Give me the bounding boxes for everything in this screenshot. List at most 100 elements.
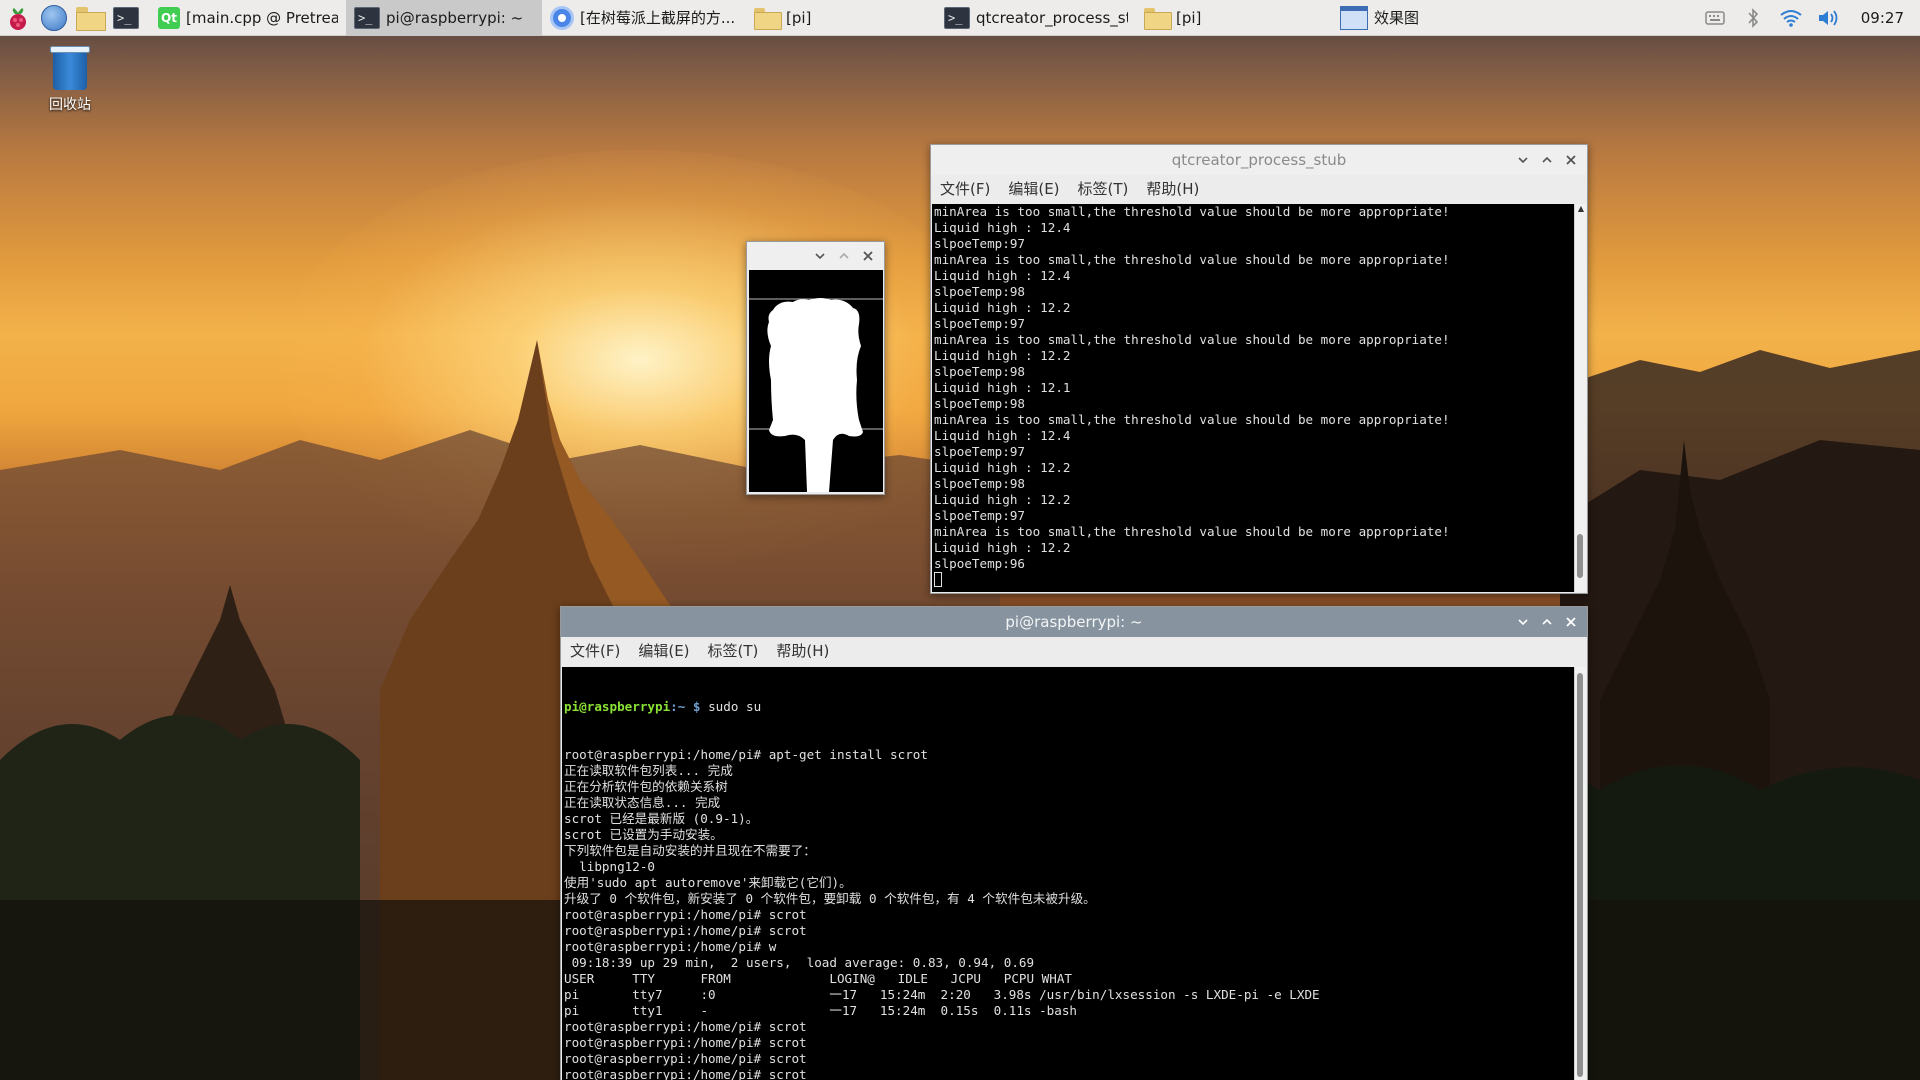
task-label: [pi] <box>786 8 812 27</box>
terminal-line: scrot 已经是最新版 (0.9-1)。 <box>564 811 759 826</box>
minimize-button[interactable] <box>810 246 830 266</box>
close-button[interactable] <box>1561 150 1581 170</box>
chromium-icon <box>550 5 574 30</box>
clock[interactable]: 09:27 <box>1861 9 1904 27</box>
window-titlebar[interactable]: pi@raspberrypi: ~ <box>561 607 1587 637</box>
pi-terminal-window: pi@raspberrypi: ~ 文件(F) 编辑(E) 标签(T) 帮助(H… <box>560 606 1588 1080</box>
menu-tabs[interactable]: 标签(T) <box>707 640 768 661</box>
chevron-up-icon <box>1542 618 1552 625</box>
window-title: pi@raspberrypi: ~ <box>1005 613 1143 631</box>
task-image-window[interactable]: 效果图 <box>1332 0 1528 36</box>
terminal-line: Liquid high : 12.2 <box>934 492 1071 507</box>
scrollbar[interactable]: ▲ <box>1574 204 1586 592</box>
terminal-line: slpoeTemp:97 <box>934 444 1025 459</box>
bluetooth-icon[interactable] <box>1741 6 1765 30</box>
terminal-line <box>934 572 1574 588</box>
menu-tabs[interactable]: 标签(T) <box>1077 178 1138 199</box>
chevron-up-icon <box>839 252 849 259</box>
image-window <box>746 241 885 495</box>
scroll-up-arrow-icon[interactable]: ▲ <box>1575 204 1587 214</box>
folder-icon <box>754 7 782 30</box>
chevron-down-icon <box>815 253 825 260</box>
menu-edit[interactable]: 编辑(E) <box>1007 178 1068 199</box>
terminal-icon: >_ <box>113 6 139 29</box>
terminal-output[interactable]: minArea is too small,the threshold value… <box>932 204 1574 592</box>
terminal-line: libpng12-0 <box>564 859 655 874</box>
terminal-line: root@raspberrypi:/home/pi# w <box>564 939 777 954</box>
task-chromium[interactable]: [在树莓派上截屏的方... <box>542 0 746 36</box>
menu-file[interactable]: 文件(F) <box>939 178 999 199</box>
chevron-down-icon <box>1518 619 1528 626</box>
minimize-button[interactable] <box>1513 150 1533 170</box>
folder-icon <box>76 6 106 31</box>
task-label: 效果图 <box>1374 9 1420 27</box>
terminal-line: root@raspberrypi:/home/pi# scrot <box>564 907 807 922</box>
file-manager-launcher[interactable] <box>72 0 108 36</box>
keyboard-icon[interactable] <box>1703 6 1727 30</box>
task-folder-pi[interactable]: [pi] <box>746 0 936 36</box>
terminal-line: slpoeTemp:98 <box>934 396 1025 411</box>
terminal-line: Liquid high : 12.1 <box>934 380 1071 395</box>
terminal-line: root@raspberrypi:/home/pi# scrot <box>564 1067 807 1080</box>
maximize-button[interactable] <box>834 246 854 266</box>
trash-icon <box>50 44 90 90</box>
qt-creator-icon: Qt <box>158 6 180 29</box>
terminal-line: root@raspberrypi:/home/pi# scrot <box>564 1019 807 1034</box>
trash-label: 回收站 <box>49 97 91 113</box>
volume-icon[interactable] <box>1817 6 1841 30</box>
scrollbar[interactable] <box>1574 667 1586 1080</box>
terminal-line: 正在读取状态信息... 完成 <box>564 795 721 810</box>
terminal-output[interactable]: pi@raspberrypi:~ $ sudo su root@raspberr… <box>562 667 1574 1080</box>
task-folder-pi-2[interactable]: [pi] <box>1136 0 1332 36</box>
menu-edit[interactable]: 编辑(E) <box>637 640 698 661</box>
task-label: [pi] <box>1176 8 1202 27</box>
scrollbar-thumb[interactable] <box>1577 673 1583 1077</box>
close-button[interactable] <box>858 246 878 266</box>
task-qt-creator[interactable]: Qt [main.cpp @ Pretreat... <box>150 0 346 36</box>
terminal-line: Liquid high : 12.2 <box>934 300 1071 315</box>
close-icon <box>863 251 873 261</box>
terminal-icon: >_ <box>944 6 970 29</box>
menu-file[interactable]: 文件(F) <box>569 640 629 661</box>
terminal-line: slpoeTemp:96 <box>934 556 1025 571</box>
menu-help[interactable]: 帮助(H) <box>775 640 838 661</box>
taskbar: >_ Qt [main.cpp @ Pretreat... >_ pi@rasp… <box>0 0 1920 36</box>
trash-desktop-icon[interactable]: 回收站 <box>40 44 100 114</box>
terminal-line: scrot 已设置为手动安装。 <box>564 827 723 842</box>
maximize-button[interactable] <box>1537 150 1557 170</box>
terminal-line: 使用'sudo apt autoremove'来卸载它(它们)。 <box>564 875 852 890</box>
window-titlebar[interactable] <box>747 242 884 270</box>
terminal-launcher[interactable]: >_ <box>108 0 144 36</box>
scrollbar-thumb[interactable] <box>1577 534 1583 578</box>
menu-help[interactable]: 帮助(H) <box>1145 178 1208 199</box>
terminal-line: 正在读取软件包列表... 完成 <box>564 763 733 778</box>
qtcreator-process-stub-window: qtcreator_process_stub 文件(F) 编辑(E) 标签(T)… <box>930 144 1588 594</box>
binary-mask-image <box>749 270 883 492</box>
raspberry-menu-button[interactable] <box>0 0 36 36</box>
task-terminal-pi[interactable]: >_ pi@raspberrypi: ~ <box>346 0 542 36</box>
terminal-line: slpoeTemp:98 <box>934 284 1025 299</box>
text-cursor <box>934 572 942 587</box>
folder-icon <box>1144 7 1172 30</box>
task-label: pi@raspberrypi: ~ <box>386 8 524 27</box>
terminal-line: slpoeTemp:97 <box>934 236 1025 251</box>
maximize-button[interactable] <box>1537 612 1557 632</box>
web-browser-launcher[interactable] <box>36 0 72 36</box>
terminal-line: root@raspberrypi:/home/pi# scrot <box>564 1051 807 1066</box>
terminal-line: pi@raspberrypi:~ $ sudo su <box>564 699 1574 715</box>
terminal-line: Liquid high : 12.2 <box>934 540 1071 555</box>
terminal-line: slpoeTemp:97 <box>934 316 1025 331</box>
globe-icon <box>41 4 67 31</box>
window-titlebar[interactable]: qtcreator_process_stub <box>931 145 1587 175</box>
close-button[interactable] <box>1561 612 1581 632</box>
minimize-button[interactable] <box>1513 612 1533 632</box>
close-icon <box>1566 155 1576 165</box>
wifi-icon[interactable] <box>1779 6 1803 30</box>
chevron-up-icon <box>1542 156 1552 163</box>
terminal-line: Liquid high : 12.2 <box>934 460 1071 475</box>
menubar: 文件(F) 编辑(E) 标签(T) 帮助(H) <box>561 637 1587 663</box>
terminal-line: 升级了 0 个软件包，新安装了 0 个软件包，要卸载 0 个软件包，有 4 个软… <box>564 891 1096 906</box>
terminal-line: slpoeTemp:98 <box>934 364 1025 379</box>
task-qtcreator-process-stub[interactable]: >_ qtcreator_process_stub <box>936 0 1136 36</box>
terminal-line: root@raspberrypi:/home/pi# scrot <box>564 923 807 938</box>
